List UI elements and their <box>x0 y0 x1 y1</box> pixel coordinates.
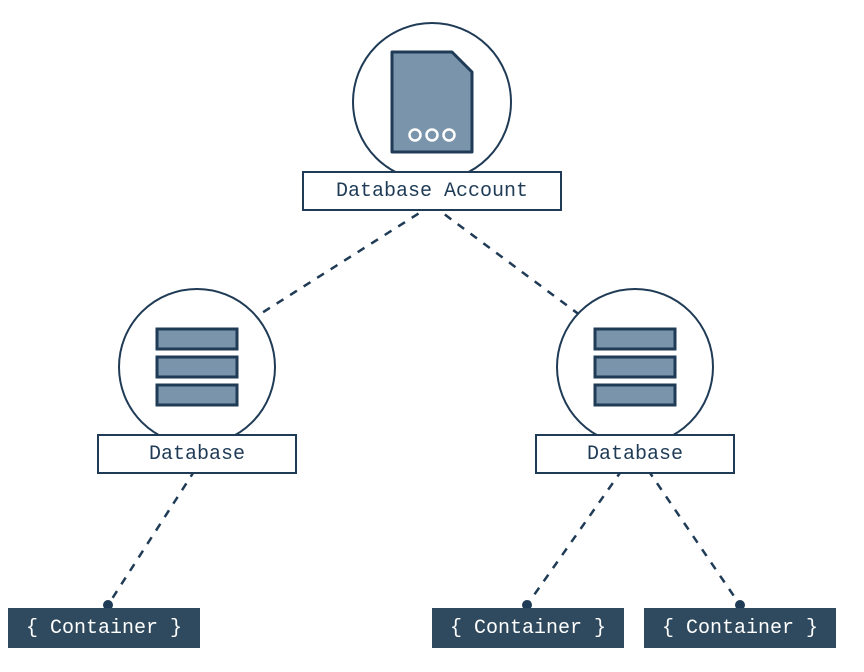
document-icon <box>387 47 477 157</box>
database-right-label-box: Database <box>535 434 735 474</box>
diagram-canvas: Database Account Database Database { Con… <box>0 0 864 672</box>
container-label-1: { Container } <box>26 617 182 640</box>
database-stack-icon <box>155 327 239 407</box>
container-box-3: { Container } <box>644 608 836 648</box>
database-left-circle <box>118 288 276 446</box>
database-left-label-box: Database <box>97 434 297 474</box>
database-right-label: Database <box>587 443 683 466</box>
container-box-1: { Container } <box>8 608 200 648</box>
database-account-label-box: Database Account <box>302 171 562 211</box>
database-account-label: Database Account <box>336 180 528 203</box>
database-account-circle <box>352 22 512 182</box>
container-label-2: { Container } <box>450 617 606 640</box>
container-box-2: { Container } <box>432 608 624 648</box>
database-stack-icon <box>593 327 677 407</box>
database-right-circle <box>556 288 714 446</box>
container-label-3: { Container } <box>662 617 818 640</box>
node-database-left <box>118 288 276 446</box>
node-database-right <box>556 288 714 446</box>
database-left-label: Database <box>149 443 245 466</box>
node-database-account <box>352 22 512 182</box>
